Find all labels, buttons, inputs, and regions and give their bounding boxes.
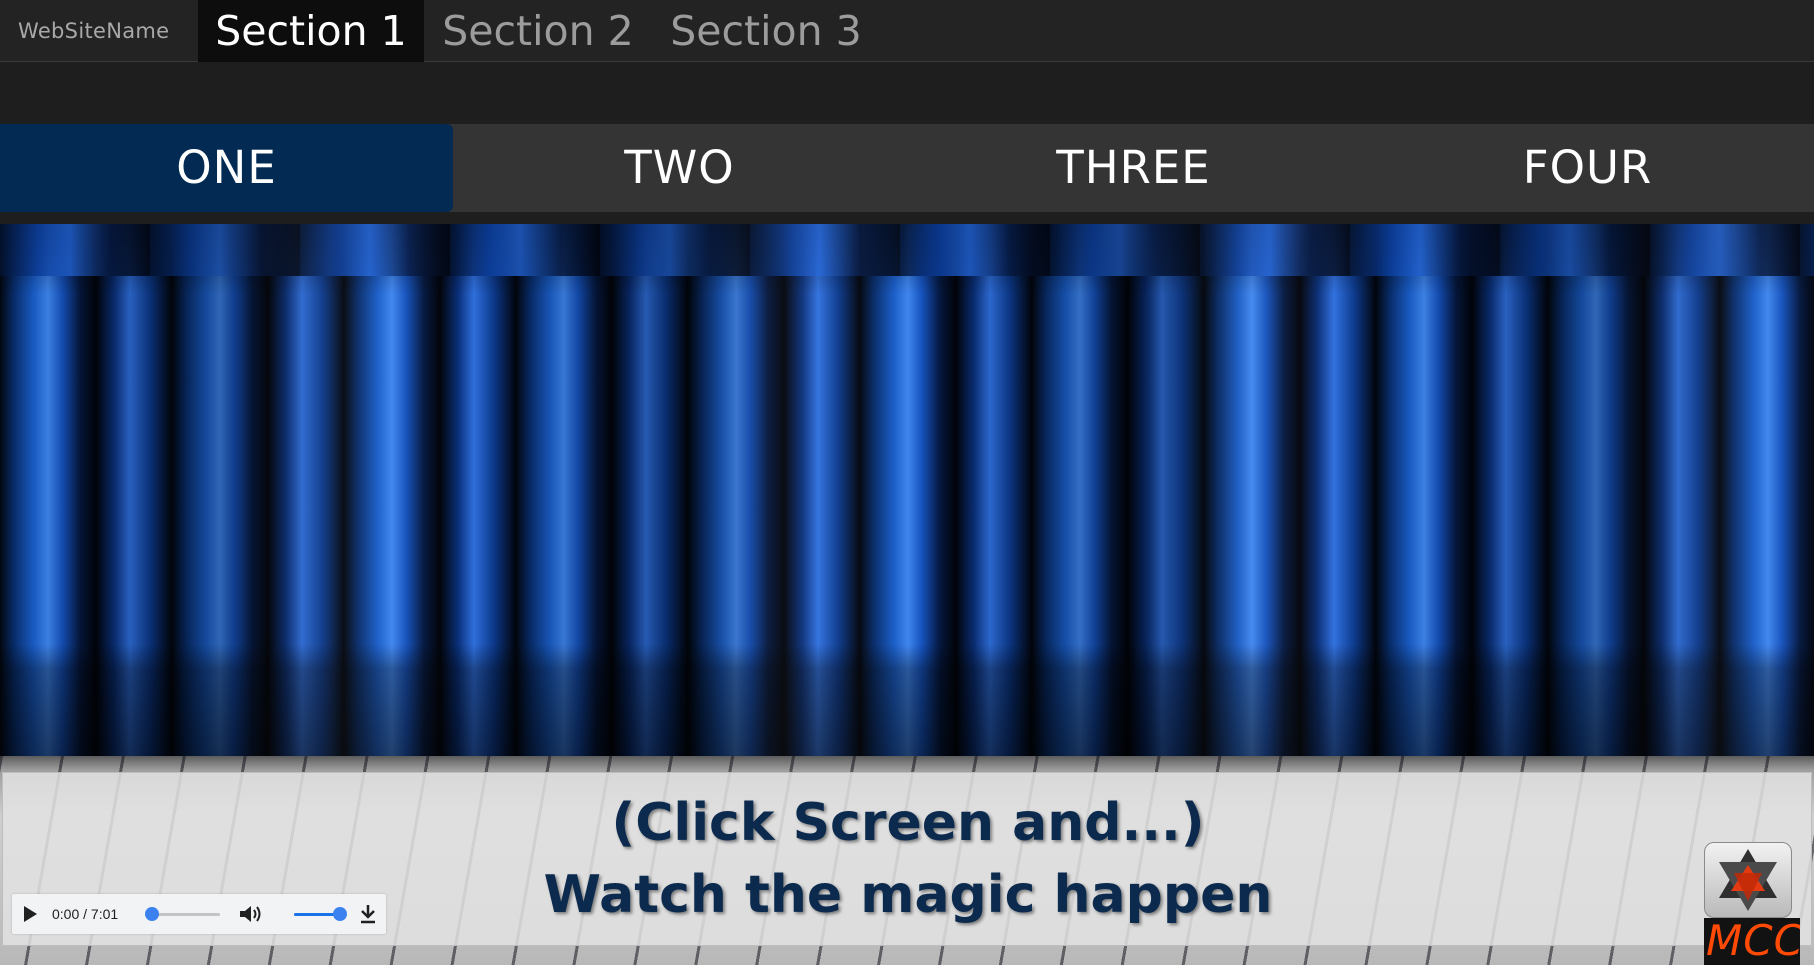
stage-curtain-screen[interactable] xyxy=(0,224,1814,756)
play-icon[interactable] xyxy=(24,906,37,922)
curtain-shading xyxy=(0,224,1814,756)
seek-thumb[interactable] xyxy=(145,907,159,921)
download-icon[interactable] xyxy=(358,902,378,926)
volume-icon[interactable] xyxy=(238,903,264,925)
seek-bar[interactable] xyxy=(152,913,220,916)
nav-tab-section-3[interactable]: Section 3 xyxy=(652,0,880,62)
volume-thumb[interactable] xyxy=(333,907,347,921)
pill-tab-three[interactable]: THREE xyxy=(907,124,1360,212)
pill-tab-two[interactable]: TWO xyxy=(453,124,906,212)
top-navbar: WebSiteName Section 1 Section 2 Section … xyxy=(0,0,1814,62)
nav-tab-section-2[interactable]: Section 2 xyxy=(424,0,652,62)
site-name-link[interactable]: WebSiteName xyxy=(18,0,169,62)
time-display: 0:00 / 7:01 xyxy=(52,906,119,922)
logo-text: MCC xyxy=(1706,918,1800,965)
logo-text-plate: MCC xyxy=(1704,918,1800,965)
header-spacer xyxy=(0,62,1814,124)
pill-tab-bar: ONE TWO THREE FOUR xyxy=(0,124,1814,212)
star-tetrahedron-icon xyxy=(1719,849,1777,911)
pill-tab-four[interactable]: FOUR xyxy=(1361,124,1814,212)
pill-tab-one[interactable]: ONE xyxy=(0,124,453,212)
logo-badge[interactable] xyxy=(1704,842,1792,918)
audio-player: 0:00 / 7:01 xyxy=(12,894,386,934)
caption-line-1: (Click Screen and...) xyxy=(611,793,1205,853)
nav-tab-section-1[interactable]: Section 1 xyxy=(198,0,424,62)
